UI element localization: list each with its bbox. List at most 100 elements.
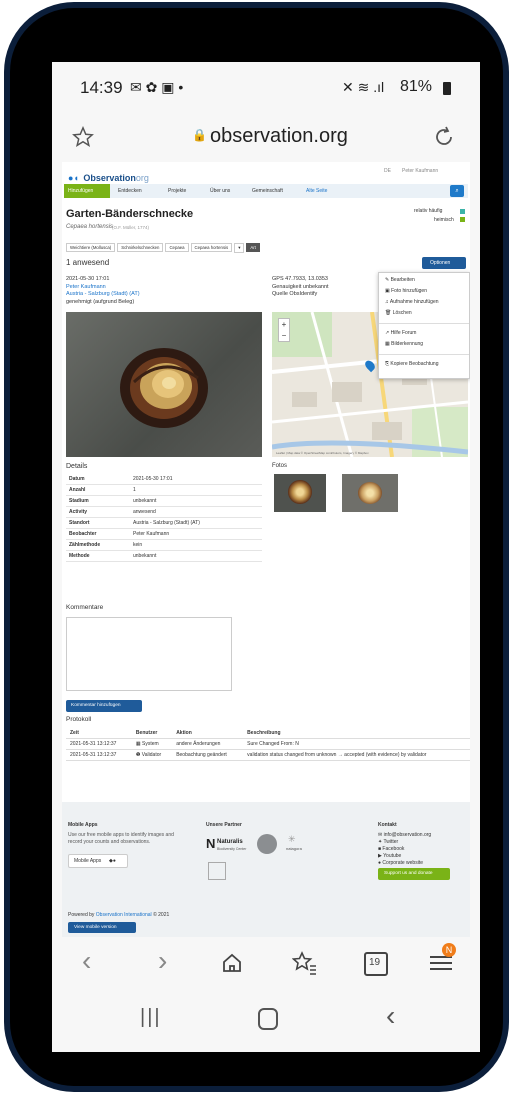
add-comment-label: Kommentar hinzufügen — [71, 703, 121, 708]
obs-observer[interactable]: Peter Kaufmann — [66, 284, 140, 292]
rarity-icon — [460, 209, 465, 214]
url-text[interactable]: observation.org — [210, 125, 348, 148]
forward-arrow-icon[interactable]: › — [158, 945, 167, 977]
table-row: Activity anwesend — [66, 506, 262, 518]
details-table: Datum 2021-05-30 17:01 Anzahl 1 Stadium unb… — [66, 474, 262, 562]
nav-ueber-uns[interactable]: Über uns — [210, 188, 230, 194]
breadcrumb-item[interactable]: Cepaea — [165, 243, 189, 252]
photo-thumbnail[interactable] — [274, 474, 326, 512]
menu-divider — [379, 323, 469, 324]
tabs-icon[interactable]: 19 — [364, 952, 388, 976]
contact-youtube[interactable]: ▶ Youtube — [378, 853, 431, 860]
shell-thumb-image — [358, 482, 382, 504]
back-button-icon[interactable]: ‹ — [386, 1000, 395, 1032]
table-row: Methode unbekannt — [66, 550, 262, 562]
table-row: 2021-05-31 13:12:37 ▦ System andere Ände… — [66, 738, 470, 750]
home-icon[interactable] — [220, 951, 244, 975]
table-row: Anzahl 1 — [66, 484, 262, 496]
contact-corporate[interactable]: ● Corporate website — [378, 860, 431, 867]
system-navigation-bar: ||| ‹ — [52, 992, 480, 1052]
main-photo[interactable] — [66, 312, 262, 457]
naturalis-logo[interactable]: N Naturalis Biodiversity Center — [206, 836, 250, 860]
map-zoom-control[interactable]: + − — [278, 318, 290, 342]
gps-source: Quelle ObsIdentify — [272, 291, 318, 297]
view-mobile-button[interactable]: View mobile version — [68, 922, 136, 933]
trash-icon: 🗑 — [385, 310, 393, 316]
recent-apps-icon[interactable]: ||| — [140, 1006, 162, 1029]
species-title: Garten-Bänderschnecke — [66, 208, 194, 220]
details-title: Details — [66, 463, 88, 470]
status-time: 14:39 — [80, 78, 123, 97]
search-icon[interactable]: ⌕ — [450, 185, 464, 197]
breadcrumb-item[interactable]: Weichtiere (Mollusca) — [66, 243, 116, 252]
support-donate-button[interactable]: Support us and donate — [378, 868, 450, 880]
home-button-icon[interactable] — [258, 1008, 278, 1030]
menu-copy-observation[interactable]: ⎘ Kopiere Beobachtung — [379, 359, 469, 370]
mobile-apps-button[interactable]: Mobile Apps ◆● — [68, 854, 128, 868]
bookmark-star-icon[interactable] — [72, 126, 94, 148]
obs-location[interactable]: Austria - Salzburg (Stadt) (AT) — [66, 291, 140, 299]
nav-entdecken[interactable]: Entdecken — [118, 188, 142, 194]
observation-meta: 2021-05-30 17:01 Peter Kaufmann Austria … — [66, 276, 140, 306]
browser-url-bar: 🔒 observation.org — [52, 112, 480, 162]
mute-wifi-signal-icons: ✕ ≋ .ıl — [342, 79, 385, 95]
table-header: Zeit Benutzer Aktion Beschreibung — [66, 728, 470, 739]
table-row: Stadium unbekannt — [66, 495, 262, 507]
observation-gps: GPS 47.7933, 13.0353 Genauigkeit unbekan… — [272, 276, 329, 299]
gps-value: GPS 47.7933, 13.0353 — [272, 276, 328, 282]
bookmarks-icon[interactable] — [292, 950, 318, 976]
support-label: Support us and donate — [384, 871, 433, 876]
site-footer: Mobile Apps Use our free mobile apps to … — [62, 802, 470, 937]
menu-add-photo[interactable]: ▣ Foto hinzufügen — [379, 286, 469, 297]
status-label: heimisch — [434, 217, 454, 223]
rarity-label: relativ häufig — [414, 208, 443, 214]
back-arrow-icon[interactable]: ‹ — [82, 945, 91, 977]
logo-suffix: org — [135, 173, 149, 183]
native-flag-icon — [460, 217, 465, 222]
nav-projekte[interactable]: Projekte — [168, 188, 186, 194]
protocol-table: Zeit Benutzer Aktion Beschreibung 2021-0… — [66, 728, 470, 761]
comment-textarea[interactable] — [66, 617, 232, 691]
rank-badge: Art — [246, 243, 260, 252]
menu-add-recording[interactable]: ♫ Aufnahme hinzufügen — [379, 297, 469, 308]
natagora-logo[interactable]: ✳ natagora — [284, 834, 308, 856]
snail-shell-image — [120, 348, 208, 428]
android-apple-icon: ◆● — [109, 858, 116, 864]
lang-selector[interactable]: DE — [384, 168, 391, 174]
contact-twitter[interactable]: ✦ Twitter — [378, 839, 431, 846]
browser-bottom-toolbar: ‹ › 19 N — [52, 937, 480, 992]
partner-plant-logo[interactable] — [208, 862, 226, 880]
user-menu[interactable]: Peter Kaufmann — [402, 168, 438, 174]
menu-help-forum[interactable]: ↗ Hilfe Forum — [379, 328, 469, 339]
menu-image-recognition[interactable]: ▦ Bilderkennung — [379, 339, 469, 350]
breadcrumb-dropdown[interactable]: ▾ — [234, 243, 245, 253]
breadcrumb-item[interactable]: Cepaea hortensis — [190, 243, 233, 252]
mobile-apps-label: Mobile Apps — [74, 858, 102, 864]
species-author: (O.F. Müller, 1774) — [112, 225, 150, 230]
table-row: 2021-05-31 13:12:37 ❶ Validator Beobacht… — [66, 749, 470, 761]
contact-email[interactable]: ✉ info@observation.org — [378, 832, 431, 839]
nav-hinzufuegen[interactable]: Hinzufügen — [68, 188, 93, 194]
status-bar: 14:39 ✉ ✿ ▣ • ✕ ≋ .ıl 81% — [52, 62, 480, 112]
powered-link[interactable]: Observation International — [96, 912, 152, 918]
photo-thumbnail[interactable] — [342, 474, 398, 512]
obs-validation: genehmigt (aufgrund Beleg) — [66, 298, 135, 305]
comments-title: Kommentare — [66, 604, 104, 611]
photo-frame: 14:39 ✉ ✿ ▣ • ✕ ≋ .ıl 81% 🔒 observation.… — [0, 0, 513, 1096]
breadcrumb-item[interactable]: Schnirkelschnecken — [117, 243, 164, 252]
nav-alte-seite[interactable]: Alte Seite — [306, 188, 327, 194]
menu-delete[interactable]: 🗑 Löschen — [379, 308, 469, 319]
nav-gemeinschaft[interactable]: Gemeinschaft — [252, 188, 283, 194]
shell-thumb-image — [288, 480, 312, 504]
partner-globe-logo[interactable] — [257, 834, 277, 854]
contact-facebook[interactable]: ■ Facebook — [378, 846, 431, 853]
add-comment-button[interactable]: Kommentar hinzufügen — [66, 700, 142, 712]
phone-screen: 14:39 ✉ ✿ ▣ • ✕ ≋ .ıl 81% 🔒 observation.… — [52, 62, 480, 1052]
reload-icon[interactable] — [432, 125, 456, 149]
footer-mobile-title: Mobile Apps — [68, 822, 98, 828]
gps-accuracy: Genauigkeit unbekannt — [272, 283, 329, 290]
options-dropdown-menu: ✎ Bearbeiten ▣ Foto hinzufügen ♫ Aufnahm… — [378, 272, 470, 379]
protocol-title: Protokoll — [66, 716, 92, 723]
table-row: Zählmethode kein — [66, 539, 262, 551]
menu-edit[interactable]: ✎ Bearbeiten — [379, 275, 469, 286]
